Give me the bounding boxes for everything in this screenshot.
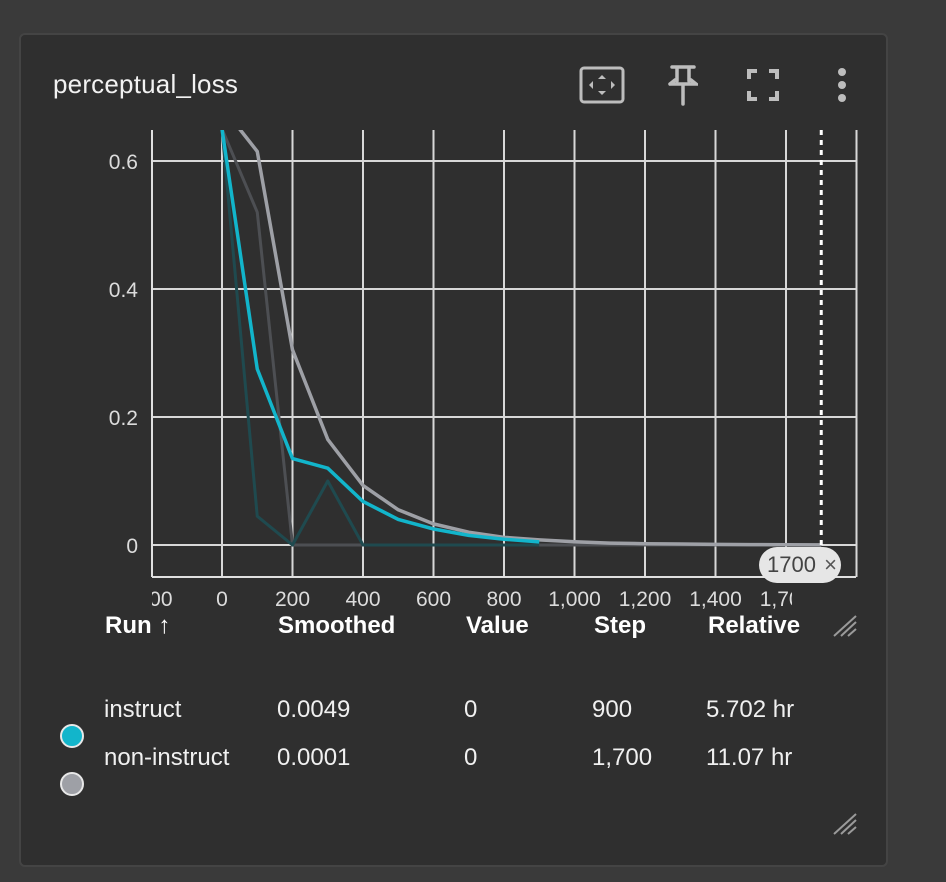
y-tick-label: 0.4 [109,279,139,302]
card-resize-handle[interactable] [830,812,858,836]
y-tick-label: 0.2 [109,407,138,430]
x-tick-label: -200 [130,588,172,611]
run-color-dot-non-instruct[interactable] [60,772,84,796]
run-color-dot-instruct[interactable] [60,724,84,748]
chart-resize-handle[interactable] [830,614,858,638]
col-header-step[interactable]: Step [594,612,646,640]
x-tick-label: 1,200 [619,588,672,611]
x-tick-label: 200 [275,588,310,611]
x-tick-labels: -200 0 200 400 600 800 1,000 1,200 1,400 1,700 [130,588,813,611]
raw-value: 0 [464,744,478,771]
x-tick-label: 400 [345,588,380,611]
col-header-value[interactable]: Value [466,612,529,640]
col-header-relative[interactable]: Relative [708,612,800,640]
raw-value: 0 [464,696,478,723]
run-name: non-instruct [104,744,230,771]
col-header-run[interactable]: Run ↑ [105,612,170,640]
step-value: 900 [592,696,633,723]
smoothed-value: 0.0049 [277,696,351,723]
run-name: instruct [104,696,182,723]
x-tick-label: 600 [416,588,451,611]
relative-time: 5.702 hr [706,696,795,723]
y-tick-label: 0.6 [109,151,138,174]
col-header-smoothed[interactable]: Smoothed [278,612,395,640]
crosshair-step-value: 1700 [767,552,816,577]
x-tick-label: 0 [216,588,228,611]
x-tick-label: 1,400 [689,588,742,611]
x-tick-label: 1,700 [760,588,813,611]
close-icon[interactable]: × [824,547,837,583]
crosshair-step-label[interactable]: 1700 × [759,547,841,583]
relative-time: 11.07 hr [706,744,793,771]
y-tick-label: 0 [126,535,138,558]
x-tick-label: 800 [486,588,521,611]
smoothed-value: 0.0001 [277,744,351,771]
series-line-non-instruct-raw [220,130,822,547]
x-tick-label: 1,000 [548,588,601,611]
step-value: 1,700 [592,744,653,771]
